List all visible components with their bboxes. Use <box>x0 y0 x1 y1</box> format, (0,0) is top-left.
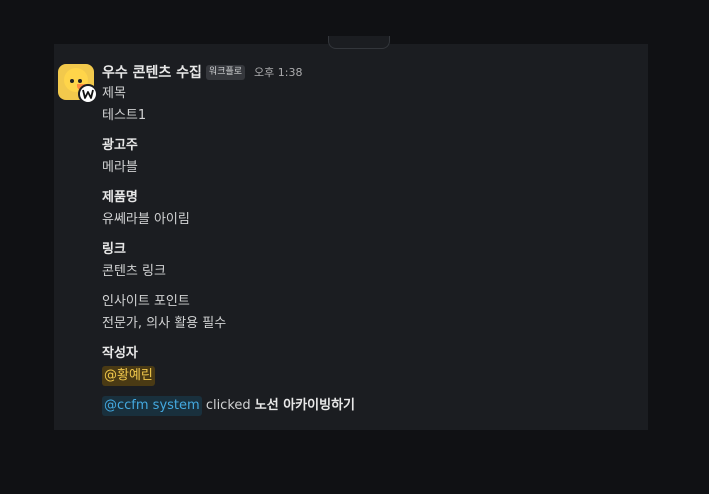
field-advertiser: 광고주 메라블 <box>102 135 632 179</box>
action-verb: clicked <box>205 398 251 413</box>
field-label: 제품명 <box>102 190 138 205</box>
field-value: 메라블 <box>102 160 138 175</box>
eye-icon <box>70 79 74 83</box>
message-content: 우수 콘텐츠 수집 워크플로 오후 1:38 제목 테스트1 광고주 메라블 제… <box>102 62 632 417</box>
field-label: 작성자 <box>102 346 138 361</box>
field-title: 제목 테스트1 <box>102 83 632 127</box>
field-product: 제품명 유쎄라블 아이림 <box>102 187 632 231</box>
workflow-badge-icon <box>78 84 98 104</box>
app-tag: 워크플로 <box>205 64 246 80</box>
action-line: @ccfm system clicked 노선 아카이빙하기 <box>102 395 632 417</box>
field-value: 유쎄라블 아이림 <box>102 212 190 227</box>
scroll-handle[interactable] <box>328 36 390 49</box>
message-panel: 우수 콘텐츠 수집 워크플로 오후 1:38 제목 테스트1 광고주 메라블 제… <box>54 36 648 430</box>
field-value: 전문가, 의사 활용 필수 <box>102 316 227 331</box>
eye-icon <box>78 79 82 83</box>
avatar[interactable] <box>58 64 98 104</box>
user-mention[interactable]: @ccfm system <box>102 396 202 416</box>
author-mention[interactable]: @황예린 <box>102 366 155 386</box>
field-label: 제목 <box>102 86 126 101</box>
field-link: 링크 콘텐츠 링크 <box>102 239 632 283</box>
field-value: 콘텐츠 링크 <box>102 264 166 279</box>
field-value: @황예린 <box>102 365 632 387</box>
sender-name[interactable]: 우수 콘텐츠 수집 <box>102 62 202 82</box>
message-header: 우수 콘텐츠 수집 워크플로 오후 1:38 <box>102 62 632 82</box>
action-button-name: 노선 아카이빙하기 <box>254 398 356 413</box>
field-label: 광고주 <box>102 138 138 153</box>
field-label: 링크 <box>102 242 126 257</box>
field-label: 인사이트 포인트 <box>102 294 190 309</box>
timestamp[interactable]: 오후 1:38 <box>254 64 302 80</box>
field-insight: 인사이트 포인트 전문가, 의사 활용 필수 <box>102 291 632 335</box>
field-author: 작성자 @황예린 <box>102 343 632 387</box>
field-value: 테스트1 <box>102 108 147 123</box>
